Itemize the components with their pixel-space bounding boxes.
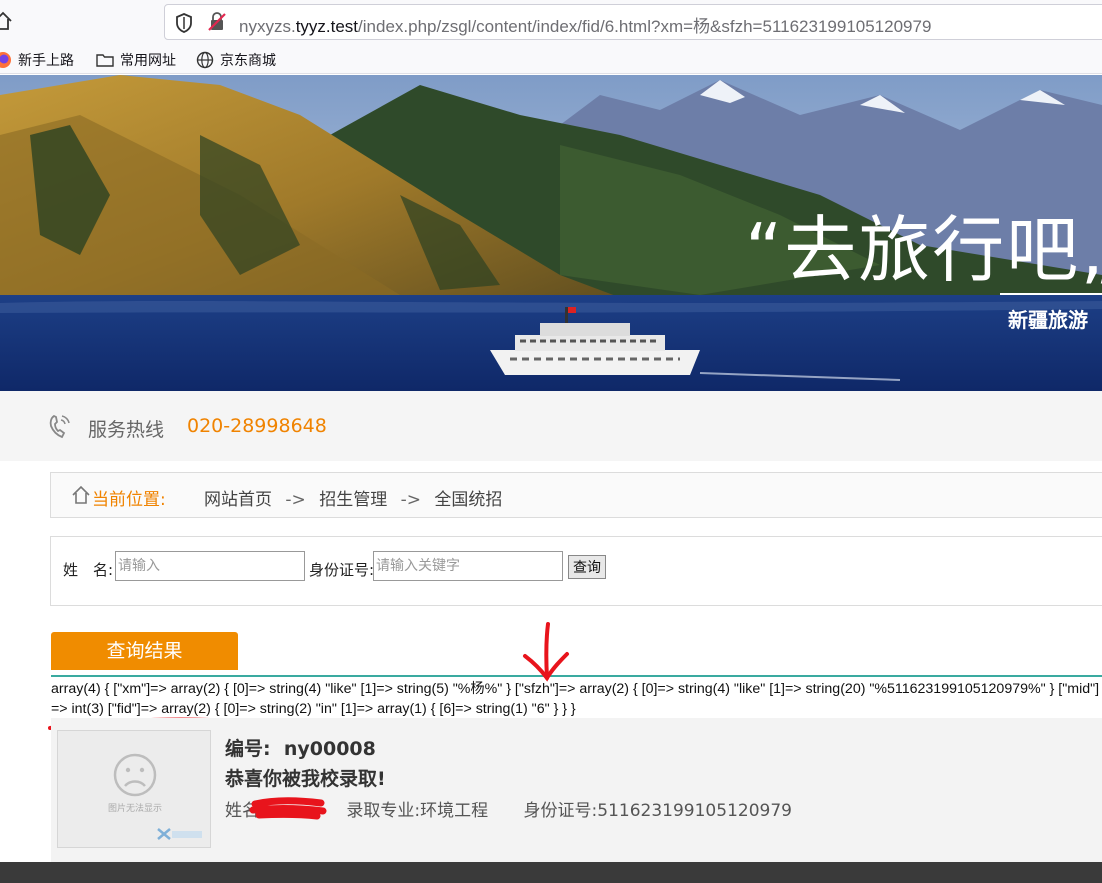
record-name: 姓名:: [225, 801, 265, 821]
shield-icon[interactable]: [175, 13, 193, 33]
admission-message: 恭喜你被我校录取!: [225, 768, 386, 790]
name-label: 姓 名:: [63, 561, 114, 579]
debug-output: array(4) { ["xm"]=> array(2) { [0]=> str…: [51, 681, 1100, 717]
annotation-arrow: [523, 622, 569, 682]
idcard-input[interactable]: [373, 551, 563, 581]
record-photo: 图片无法显示: [57, 730, 211, 848]
hotline-bar: 服务热线 020-28998648: [0, 391, 1102, 461]
record-major: 录取专业:环境工程: [346, 801, 489, 821]
bookmark-item[interactable]: 常用网址: [96, 50, 176, 70]
breadcrumb-item-admissions[interactable]: 招生管理: [319, 490, 387, 510]
result-tab: 查询结果: [51, 632, 238, 670]
breadcrumb-separator: ->: [400, 490, 421, 510]
bookmarks-toolbar: 新手上路 常用网址 京东商城: [0, 44, 1102, 74]
hero-banner: “去旅行吧„ 新疆旅游: [0, 75, 1102, 391]
url-text[interactable]: nyxyzs.tyyz.test/index.php/zsgl/content/…: [239, 12, 931, 37]
insecure-connection-icon[interactable]: [207, 12, 227, 32]
record-idcard: 身份证号:511623199105120979: [523, 801, 792, 821]
search-form: 姓 名: 身份证号: 查询: [50, 536, 1102, 606]
banner-subtitle: 新疆旅游: [1008, 308, 1088, 332]
breadcrumb-separator: ->: [285, 490, 306, 510]
browser-toolbar: nyxyzs.tyyz.test/index.php/zsgl/content/…: [0, 0, 1102, 44]
record-id: 编号: ny00008: [225, 738, 376, 760]
breadcrumb-item-home[interactable]: 网站首页: [204, 490, 272, 510]
phone-icon: [49, 414, 70, 439]
name-input[interactable]: [115, 551, 305, 581]
breadcrumb: 当前位置: 网站首页 -> 招生管理 -> 全国统招: [50, 472, 1102, 518]
banner-landscape-image: “去旅行吧„ 新疆旅游: [0, 75, 1102, 391]
bookmark-item[interactable]: 新手上路: [0, 50, 74, 70]
image-missing-text: 图片无法显示: [108, 802, 162, 814]
breadcrumb-item-national[interactable]: 全国统招: [434, 490, 502, 510]
firefox-icon: [0, 52, 11, 68]
record-details: 姓名: 录取专业:环境工程 身份证号:511623199105120979: [225, 796, 822, 821]
result-divider: [51, 675, 1102, 677]
hotline-label: 服务热线: [88, 419, 165, 441]
hotline-number: 020-28998648: [187, 415, 327, 437]
result-record-card: 图片无法显示 编号: ny00008 恭喜你被我校录取! 姓名: 录取专业:环境…: [51, 718, 1102, 863]
search-button[interactable]: 查询: [568, 555, 606, 579]
bookmark-item[interactable]: 京东商城: [196, 50, 276, 70]
folder-icon: [96, 54, 114, 67]
home-icon[interactable]: [0, 10, 12, 32]
globe-icon: [196, 51, 214, 69]
address-bar[interactable]: nyxyzs.tyyz.test/index.php/zsgl/content/…: [164, 4, 1102, 40]
sad-face-icon: 图片无法显示: [108, 753, 202, 840]
page-footer: [0, 862, 1102, 883]
idcard-label: 身份证号:: [309, 561, 375, 579]
breadcrumb-items: 网站首页 -> 招生管理 -> 全国统招: [204, 485, 502, 510]
breadcrumb-label: 当前位置:: [92, 490, 166, 510]
banner-slogan: “去旅行吧„: [745, 208, 1102, 292]
home-icon: [72, 485, 90, 504]
